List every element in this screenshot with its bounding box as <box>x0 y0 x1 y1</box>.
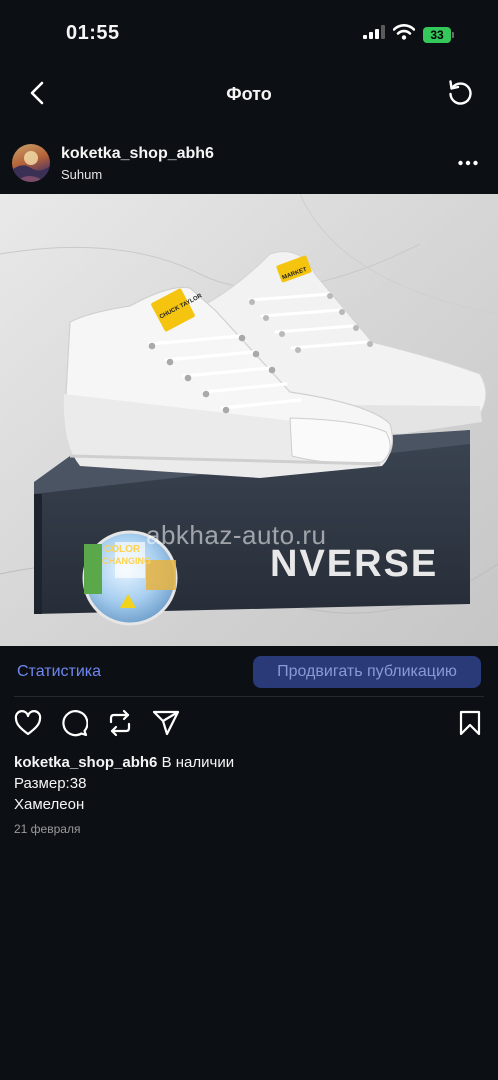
cellular-signal-icon <box>363 25 385 44</box>
repost-button[interactable] <box>105 709 135 742</box>
status-icons: 33 <box>363 24 454 45</box>
heart-icon <box>14 709 42 741</box>
post-actions <box>0 709 498 742</box>
more-horizontal-icon <box>458 153 478 171</box>
caption-text: В наличии <box>161 754 235 771</box>
status-bar: 01:55 33 <box>0 0 498 66</box>
promote-button[interactable]: Продвигать публикацию <box>253 656 481 688</box>
post-location[interactable]: Suhum <box>61 167 102 182</box>
battery-icon: 33 <box>423 26 454 43</box>
sticker-text-1: COLOR <box>104 544 141 555</box>
send-icon <box>152 710 180 741</box>
insights-row: Статистика Продвигать публикацию <box>0 656 498 688</box>
more-options-button[interactable] <box>456 150 480 174</box>
like-button[interactable] <box>13 709 43 741</box>
post-header: koketka_shop_abh6 Suhum <box>0 138 498 190</box>
bookmark-icon <box>459 710 481 741</box>
sneakers-photo: NVERSE MARKET CHUCK TAYLOR COLOR CHANGIN… <box>0 194 498 646</box>
page-title: Фото <box>226 84 272 104</box>
caption-line-2: Размер:38 <box>14 775 87 792</box>
sticker-text-2: CHANGING <box>102 556 151 566</box>
nav-bar: Фото <box>0 66 498 122</box>
refresh-button[interactable] <box>444 78 476 110</box>
avatar[interactable] <box>12 144 50 182</box>
share-button[interactable] <box>151 710 181 740</box>
save-button[interactable] <box>455 710 485 740</box>
post-username[interactable]: koketka_shop_abh6 <box>61 145 214 163</box>
comment-icon <box>60 709 89 742</box>
post-caption: koketka_shop_abh6 В наличии Размер:38 Ха… <box>14 752 484 815</box>
caption-line-1: koketka_shop_abh6 В наличии <box>14 752 484 773</box>
view-insights-link[interactable]: Статистика <box>17 663 101 681</box>
post-date: 21 февраля <box>14 822 81 836</box>
caption-line-3: Хамелеон <box>14 796 85 813</box>
wifi-icon <box>392 24 416 45</box>
post-image[interactable]: NVERSE MARKET CHUCK TAYLOR COLOR CHANGIN… <box>0 194 498 646</box>
status-time: 01:55 <box>66 22 120 44</box>
divider <box>14 696 484 697</box>
watermark: abkhaz-auto.ru <box>146 520 327 550</box>
repost-icon <box>107 709 133 742</box>
caption-username[interactable]: koketka_shop_abh6 <box>14 754 157 771</box>
refresh-icon <box>446 78 474 111</box>
comment-button[interactable] <box>59 709 89 742</box>
battery-level: 33 <box>423 26 451 43</box>
